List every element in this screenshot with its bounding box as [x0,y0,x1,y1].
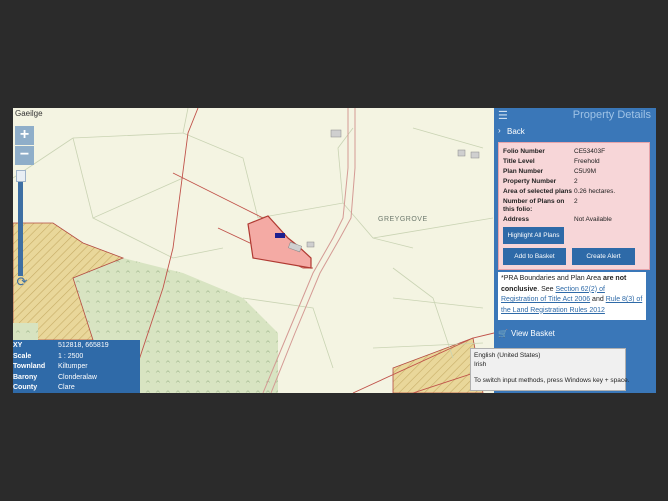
forest-area [13,323,38,340]
create-alert-button[interactable]: Create Alert [572,248,635,265]
folio-details-card: Folio Number CE53403F Title Level Freehold… [498,142,650,270]
note-text: *PRA Boundaries and Plan Area [501,275,603,282]
info-key: XY [13,342,23,349]
view-basket-button[interactable]: 🛒 View Basket [494,326,656,342]
panel-header: ☰ Property Details [494,108,656,123]
detail-value: 2 [574,178,578,185]
shopping-cart-icon: 🛒 [498,329,508,338]
detail-key: Property Number [503,178,557,185]
detail-value: 0.26 hectares. [574,188,616,195]
location-info-box: XY 512818, 665819 Scale 1 : 2500 Townlan… [13,340,140,393]
input-method-tooltip: English (United States) Irish To switch … [470,348,630,391]
info-value: Kiltumper [58,363,88,370]
chevron-right-icon: › [498,126,501,135]
place-label-greygrove: GREYGROVE [378,216,428,223]
detail-key: Plan Number [503,168,544,175]
note-text: and [590,296,606,303]
add-to-basket-button[interactable]: Add to Basket [503,248,566,265]
info-key: County [13,384,38,391]
detail-key: Address [503,216,530,223]
detail-value: Freehold [574,158,600,165]
building [306,241,315,248]
note-text: . See [537,285,556,293]
panel-title: Property Details [572,109,651,121]
refresh-icon[interactable]: ⟳ [15,275,29,289]
building [457,149,466,157]
detail-key: Folio Number [503,148,545,155]
info-key: Scale [13,352,32,360]
info-key: Townland [13,363,46,370]
language-link[interactable]: Gaeilge [15,109,43,118]
info-value: 1 : 2500 [58,352,84,360]
hamburger-menu-icon[interactable]: ☰ [498,109,508,122]
selected-building-marker [275,233,285,238]
zoom-in-button[interactable]: + [15,126,34,145]
info-value: 512818, 665819 [58,342,109,349]
detail-key: Title Level [503,158,535,165]
back-button[interactable]: › Back [494,125,656,139]
detail-value: C5U9M [574,168,597,175]
detail-value: CE53403F [574,148,606,155]
app-screen: ^ [13,108,656,393]
info-value: Clonderalaw [58,373,97,381]
highlight-all-plans-button[interactable]: Highlight All Plans [503,227,564,244]
zoom-slider[interactable] [18,174,23,276]
tooltip-line: Irish [474,361,487,368]
info-key: Barony [13,373,38,381]
detail-key: Area of selected plans [503,188,572,195]
info-value: Clare [58,384,75,391]
zoom-out-button[interactable]: − [15,146,34,165]
boundaries-disclaimer: *PRA Boundaries and Plan Area are not co… [498,272,646,320]
detail-value: 2 [574,198,578,205]
zoom-slider-handle[interactable] [16,170,26,182]
detail-key: this folio: [503,206,533,213]
building [330,129,342,138]
view-basket-label: View Basket [511,329,555,338]
detail-key: Number of Plans on [503,198,565,205]
building [470,151,480,159]
back-label: Back [507,127,525,136]
tooltip-line: English (United States) [474,352,541,359]
detail-value: Not Available [574,216,612,223]
tooltip-line: To switch input methods, press Windows k… [474,377,630,384]
